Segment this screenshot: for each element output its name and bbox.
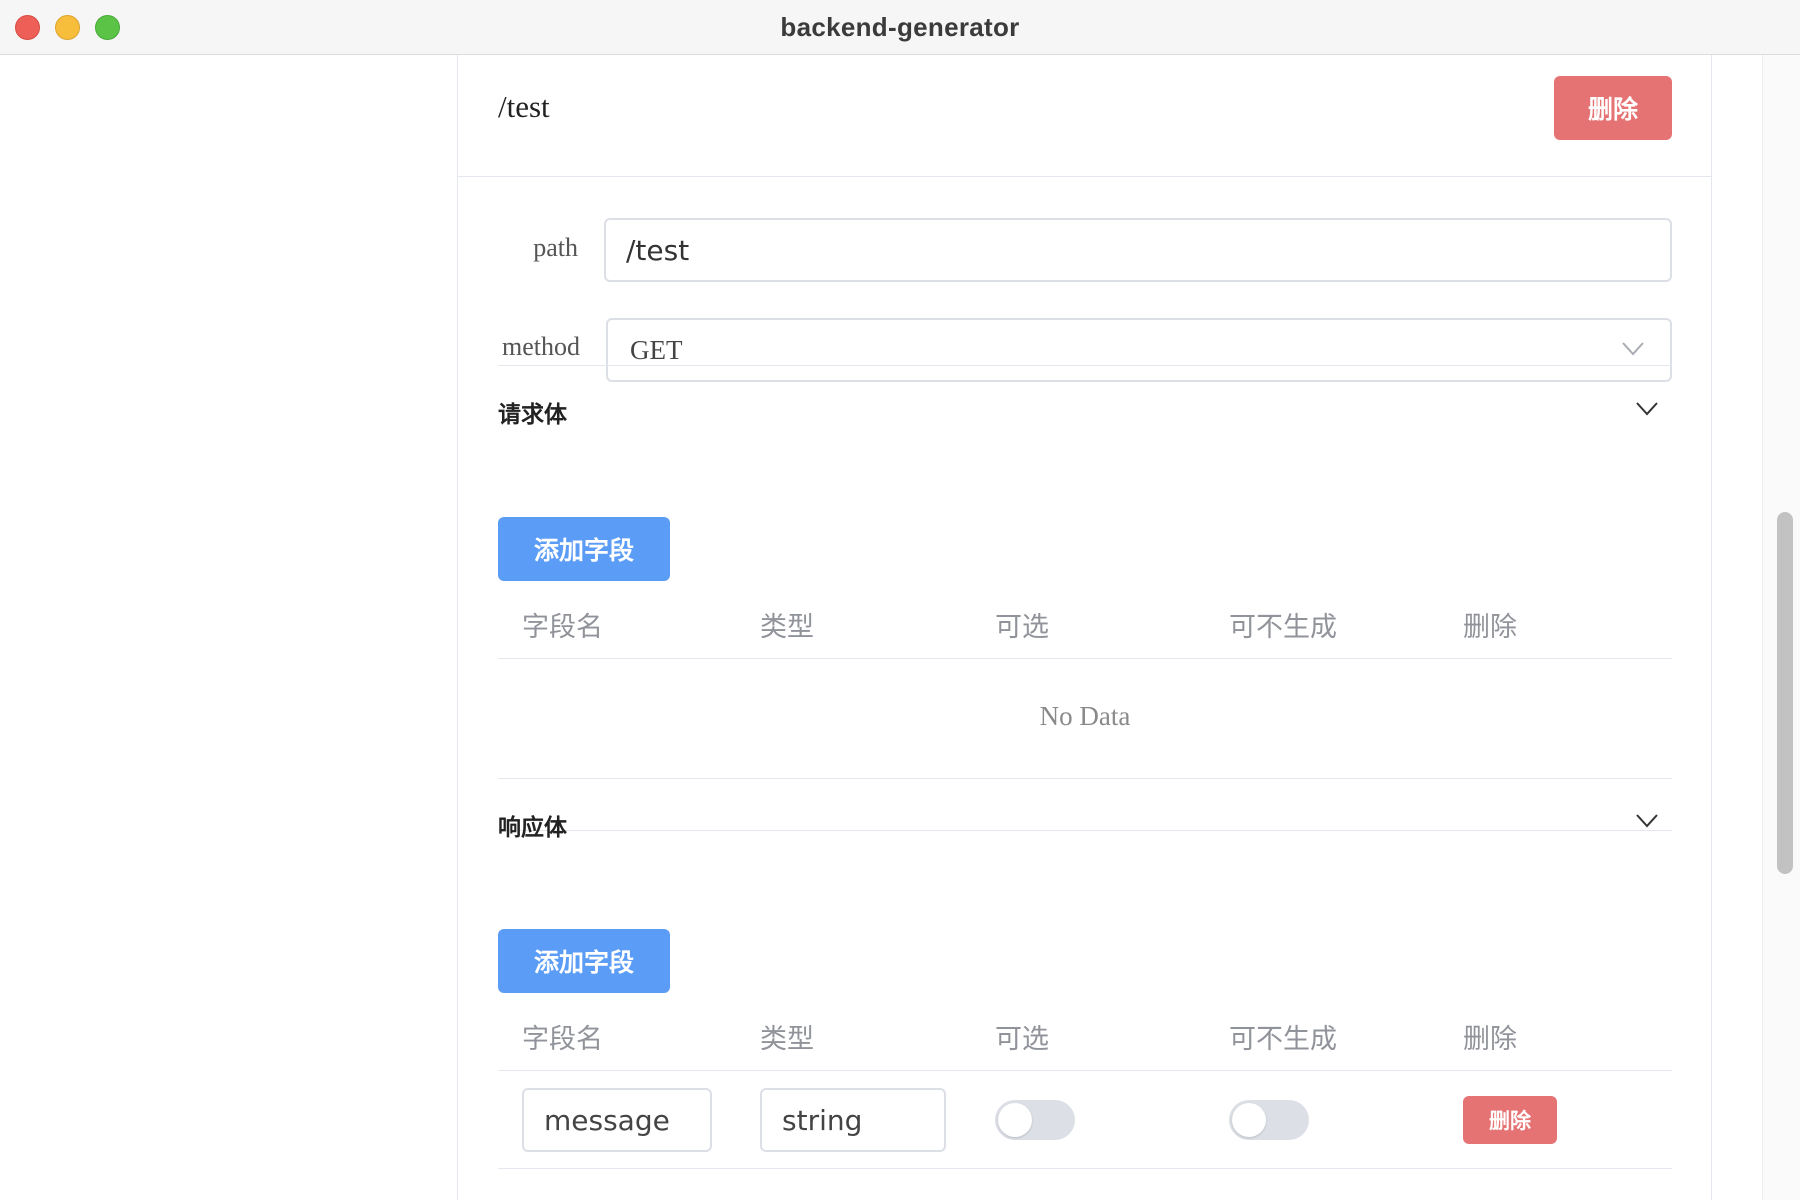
scrollbar-thumb[interactable]	[1777, 512, 1793, 874]
response-body-title: 响应体	[498, 814, 567, 840]
field-name-input[interactable]	[522, 1088, 712, 1152]
toggle-knob	[998, 1103, 1032, 1137]
path-input[interactable]	[604, 218, 1672, 282]
chevron-down-icon	[1622, 342, 1644, 356]
request-empty-text: No Data	[1039, 701, 1131, 731]
response-col-delete: 删除	[1463, 1024, 1517, 1054]
path-label: path	[533, 233, 578, 262]
optional-toggle[interactable]	[995, 1100, 1075, 1140]
divider	[498, 365, 1672, 366]
request-col-skip-generate: 可不生成	[1229, 612, 1337, 642]
table-bottom-divider	[498, 778, 1672, 779]
chevron-down-icon[interactable]	[1636, 402, 1658, 416]
chevron-down-icon[interactable]	[1636, 814, 1658, 828]
request-body-title: 请求体	[498, 401, 567, 427]
route-title: /test	[498, 89, 550, 124]
route-card-header: /test 删除	[458, 55, 1711, 177]
response-add-field-button[interactable]: 添加字段	[498, 929, 670, 993]
table-header-divider	[498, 658, 1672, 659]
window-titlebar: backend-generator	[0, 0, 1800, 55]
request-col-optional: 可选	[995, 612, 1049, 642]
request-col-delete: 删除	[1463, 612, 1517, 642]
response-col-skip-generate: 可不生成	[1229, 1024, 1337, 1054]
response-col-optional: 可选	[995, 1024, 1049, 1054]
request-col-name: 字段名	[522, 612, 603, 642]
method-select[interactable]: GET	[606, 318, 1672, 382]
delete-route-button[interactable]: 删除	[1554, 76, 1672, 140]
skip-generate-toggle[interactable]	[1229, 1100, 1309, 1140]
route-card: /test 删除 path method GET 请求体 添加字段 字段名 类型…	[457, 55, 1712, 1200]
response-col-type: 类型	[760, 1024, 814, 1054]
divider	[498, 830, 1672, 831]
table-header-divider	[498, 1070, 1672, 1071]
response-col-name: 字段名	[522, 1024, 603, 1054]
method-label: method	[502, 332, 580, 361]
delete-field-button[interactable]: 删除	[1463, 1096, 1557, 1144]
request-col-type: 类型	[760, 612, 814, 642]
table-row-divider	[498, 1168, 1672, 1169]
toggle-knob	[1232, 1103, 1266, 1137]
method-select-value: GET	[630, 335, 683, 365]
field-type-input[interactable]	[760, 1088, 946, 1152]
request-add-field-button[interactable]: 添加字段	[498, 517, 670, 581]
window-title: backend-generator	[780, 12, 1020, 42]
